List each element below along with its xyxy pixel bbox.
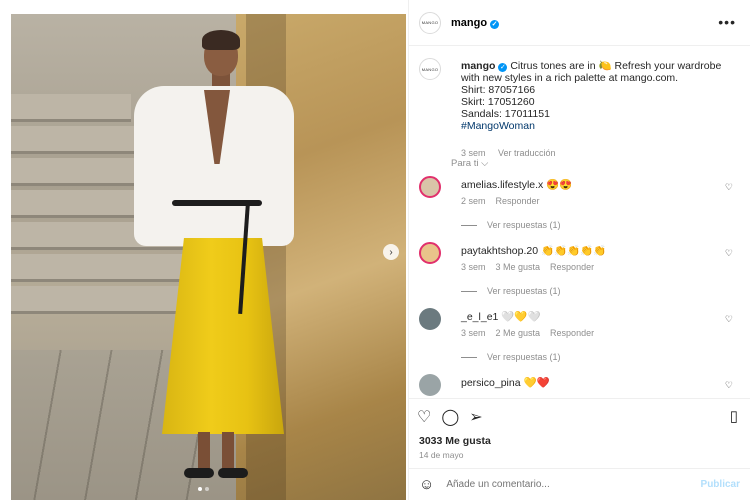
comments-list[interactable]: MANGO mango ✓ Citrus tones are in 🍋 Refre… [409,46,750,398]
verified-badge-icon: ✓ [490,19,500,29]
avatar[interactable] [419,242,441,264]
share-icon[interactable]: ➢ [469,407,482,427]
comment-likes[interactable]: 3 Me gusta [496,262,541,272]
likes-count[interactable]: 3033 Me gusta [419,435,491,447]
heart-icon[interactable]: ♡ [725,380,733,391]
view-replies-button[interactable]: Ver respuestas (1) [461,352,561,362]
carousel-dots [198,487,209,491]
account-username[interactable]: mango ✓ [451,17,500,29]
hashtag-link[interactable]: #MangoWoman [461,120,535,132]
post-photo[interactable] [11,14,406,500]
post-date: 14 de mayo [419,450,464,460]
model-figure [126,24,296,494]
carousel-dot [198,487,202,491]
heart-icon[interactable]: ♡ [417,407,431,427]
avatar[interactable] [419,176,441,198]
comment-username[interactable]: persico_pina [461,377,521,389]
view-replies-button[interactable]: Ver respuestas (1) [461,220,561,230]
reply-button[interactable]: Responder [496,196,540,206]
avatar[interactable] [419,374,441,396]
post-side-panel: MANGO mango ✓ ••• MANGO mango ✓ Citrus ton… [408,0,750,500]
avatar[interactable]: MANGO [419,11,441,34]
publish-button[interactable]: Publicar [701,479,740,490]
caption-meta: 3 sem Ver traducción [461,148,556,158]
post-media-area: › [0,0,408,500]
heart-icon[interactable]: ♡ [725,248,733,259]
comment-username[interactable]: amelias.lifestyle.x [461,179,543,191]
for-you-label[interactable]: Para ti ⌵ [451,158,488,169]
avatar[interactable]: MANGO [419,58,441,80]
more-options-icon[interactable]: ••• [718,14,736,30]
chevron-right-icon[interactable]: › [383,244,399,260]
post-actions: ♡ ◯ ➢ ▯ 3033 Me gusta 14 de mayo [409,398,750,472]
reply-button[interactable]: Responder [550,328,594,338]
bookmark-icon[interactable]: ▯ [730,407,738,425]
post-header: MANGO mango ✓ ••• [409,0,750,46]
reply-button[interactable]: Responder [550,262,594,272]
emoji-icon[interactable]: ☺ [419,476,434,493]
yellow-skirt [162,238,284,434]
add-comment-bar: ☺ Publicar [409,468,750,500]
caption-text: mango ✓ Citrus tones are in 🍋 Refresh you… [461,60,722,132]
sandal [184,468,214,478]
see-translation-link[interactable]: Ver traducción [498,148,556,158]
comment-username[interactable]: _e_l_e1 [461,311,498,323]
comment-username[interactable]: paytakhtshop.20 [461,245,538,257]
view-replies-button[interactable]: Ver respuestas (1) [461,286,561,296]
comment-likes[interactable]: 2 Me gusta [496,328,541,338]
heart-icon[interactable]: ♡ [725,314,733,325]
caption-username[interactable]: mango [461,60,495,72]
verified-badge-icon: ✓ [498,63,508,72]
comment-icon[interactable]: ◯ [441,407,459,427]
sandal [218,468,248,478]
carousel-dot [205,487,209,491]
chevron-down-icon: ⌵ [481,158,489,169]
avatar[interactable] [419,308,441,330]
comment-input[interactable] [446,479,677,490]
heart-icon[interactable]: ♡ [725,182,733,193]
